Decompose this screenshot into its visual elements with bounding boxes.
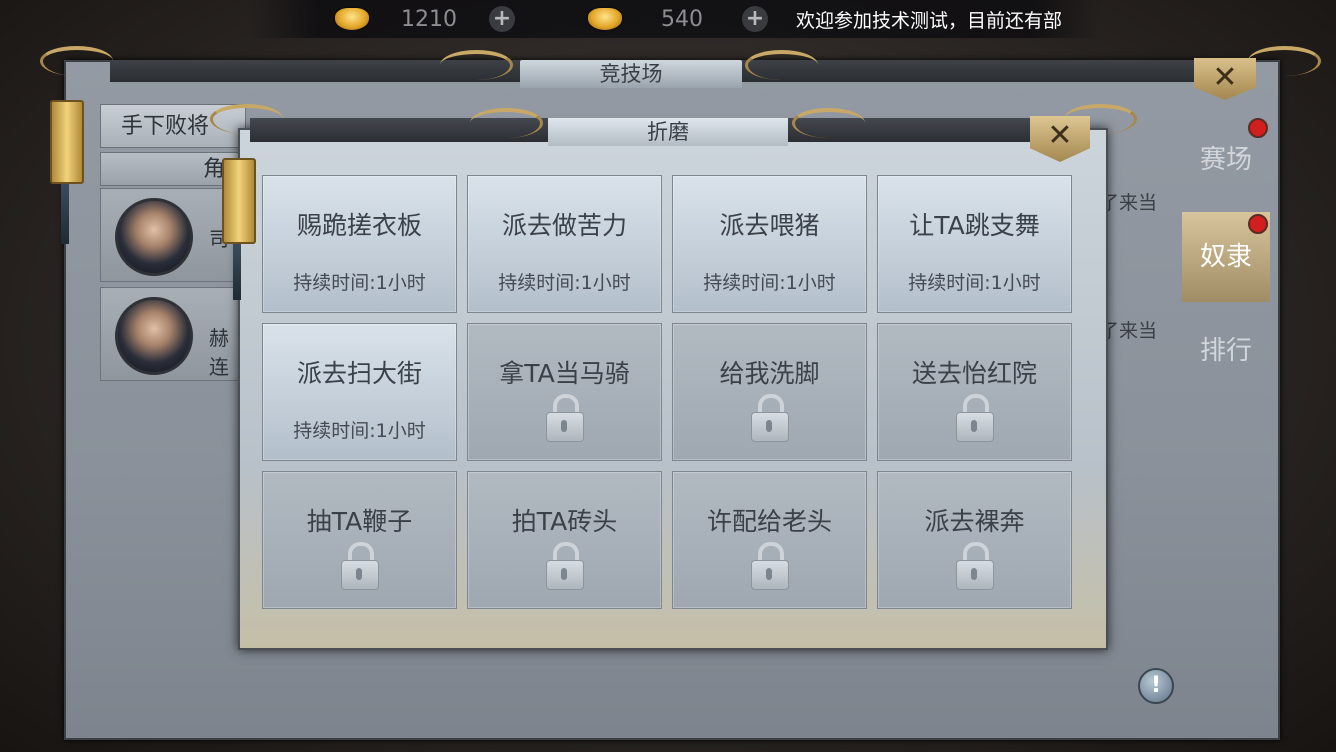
option-name: 拍TA砖头 [511, 507, 618, 536]
tab-ranking[interactable]: 排行 [1182, 306, 1270, 396]
row-text: 了来当 [1100, 192, 1158, 214]
tab-label: 奴隶 [1199, 242, 1252, 272]
option-duration: 持续时间:1小时 [498, 272, 631, 294]
torture-option[interactable]: 拍TA砖头 [467, 471, 662, 609]
ingot-resource: 540 + [588, 4, 768, 34]
torture-option[interactable]: 赐跪搓衣板持续时间:1小时 [262, 175, 457, 313]
title-ornament-right [745, 50, 818, 80]
torture-option[interactable]: 让TA跳支舞持续时间:1小时 [877, 175, 1072, 313]
arena-title: 竞技场 [520, 60, 742, 88]
option-name: 拿TA当马骑 [499, 359, 630, 388]
corner-ornament-left [210, 104, 283, 134]
option-name: 赐跪搓衣板 [296, 211, 422, 240]
gold-resource: 1210 + [335, 4, 515, 34]
row-text: 了来当 [1100, 320, 1158, 342]
option-duration: 持续时间:1小时 [293, 272, 426, 294]
option-duration: 持续时间:1小时 [703, 272, 836, 294]
lock-icon [546, 394, 584, 442]
info-icon[interactable]: ! [1138, 668, 1174, 704]
tab-label: 排行 [1199, 336, 1252, 366]
title-ornament-left [470, 108, 543, 138]
gold-ingot-icon [335, 8, 369, 30]
tab-label: 赛场 [1199, 145, 1252, 175]
ingot-amount: 540 [661, 6, 703, 32]
lantern-tassel [61, 184, 69, 244]
add-gold-button[interactable]: + [489, 6, 515, 32]
scrolling-notice: 欢迎参加技术测试，目前还有部 [796, 10, 1063, 32]
lantern-icon [222, 158, 256, 244]
lantern-tassel [233, 244, 241, 300]
notification-dot [1248, 214, 1268, 234]
lock-icon [956, 542, 994, 590]
option-name: 抽TA鞭子 [306, 507, 413, 536]
option-name: 派去裸奔 [924, 507, 1025, 536]
torture-option[interactable]: 许配给老头 [672, 471, 867, 609]
action-grid: 赐跪搓衣板 持续时间:1小时 派去做苦力 持续时间:1小时 派去喂猪 持续时间:1小时 让T… [262, 175, 1072, 611]
avatar [115, 198, 193, 276]
notification-dot [1248, 118, 1268, 138]
torture-option[interactable]: 抽TA鞭子 [262, 471, 457, 609]
option-name: 送去怡红院 [911, 359, 1037, 388]
torture-option[interactable]: 派去喂猪持续时间:1小时 [672, 175, 867, 313]
lock-icon [341, 542, 379, 590]
title-ornament-left [440, 50, 513, 80]
corner-ornament-right [1248, 46, 1321, 76]
lock-icon [751, 542, 789, 590]
option-duration: 持续时间:1小时 [293, 420, 426, 442]
add-ingot-button[interactable]: + [742, 6, 768, 32]
torture-option[interactable]: 拿TA当马骑 [467, 323, 662, 461]
option-name: 派去做苦力 [501, 211, 627, 240]
option-duration: 持续时间:1小时 [908, 272, 1041, 294]
torture-option[interactable]: 给我洗脚 [672, 323, 867, 461]
option-name: 派去扫大街 [296, 359, 422, 388]
option-name: 给我洗脚 [719, 359, 820, 388]
option-name: 让TA跳支舞 [909, 211, 1040, 240]
list-item[interactable]: 赫连 [100, 287, 248, 381]
lock-icon [546, 542, 584, 590]
torture-option[interactable]: 派去做苦力持续时间:1小时 [467, 175, 662, 313]
option-name: 许配给老头 [706, 507, 832, 536]
option-name: 派去喂猪 [719, 211, 820, 240]
corner-ornament-left [40, 46, 113, 76]
tab-slaves[interactable]: 奴隶 [1182, 212, 1270, 302]
avatar [115, 297, 193, 375]
dialog-title: 折磨 [548, 118, 788, 146]
torture-option[interactable]: 派去扫大街持续时间:1小时 [262, 323, 457, 461]
gold-ingot-icon [588, 8, 622, 30]
torture-option[interactable]: 送去怡红院 [877, 323, 1072, 461]
title-ornament-right [792, 108, 865, 138]
torture-option[interactable]: 派去裸奔 [877, 471, 1072, 609]
lantern-icon [50, 100, 84, 184]
gold-amount: 1210 [401, 6, 457, 32]
lock-icon [956, 394, 994, 442]
tab-arena[interactable]: 赛场 [1182, 112, 1270, 202]
lock-icon [751, 394, 789, 442]
